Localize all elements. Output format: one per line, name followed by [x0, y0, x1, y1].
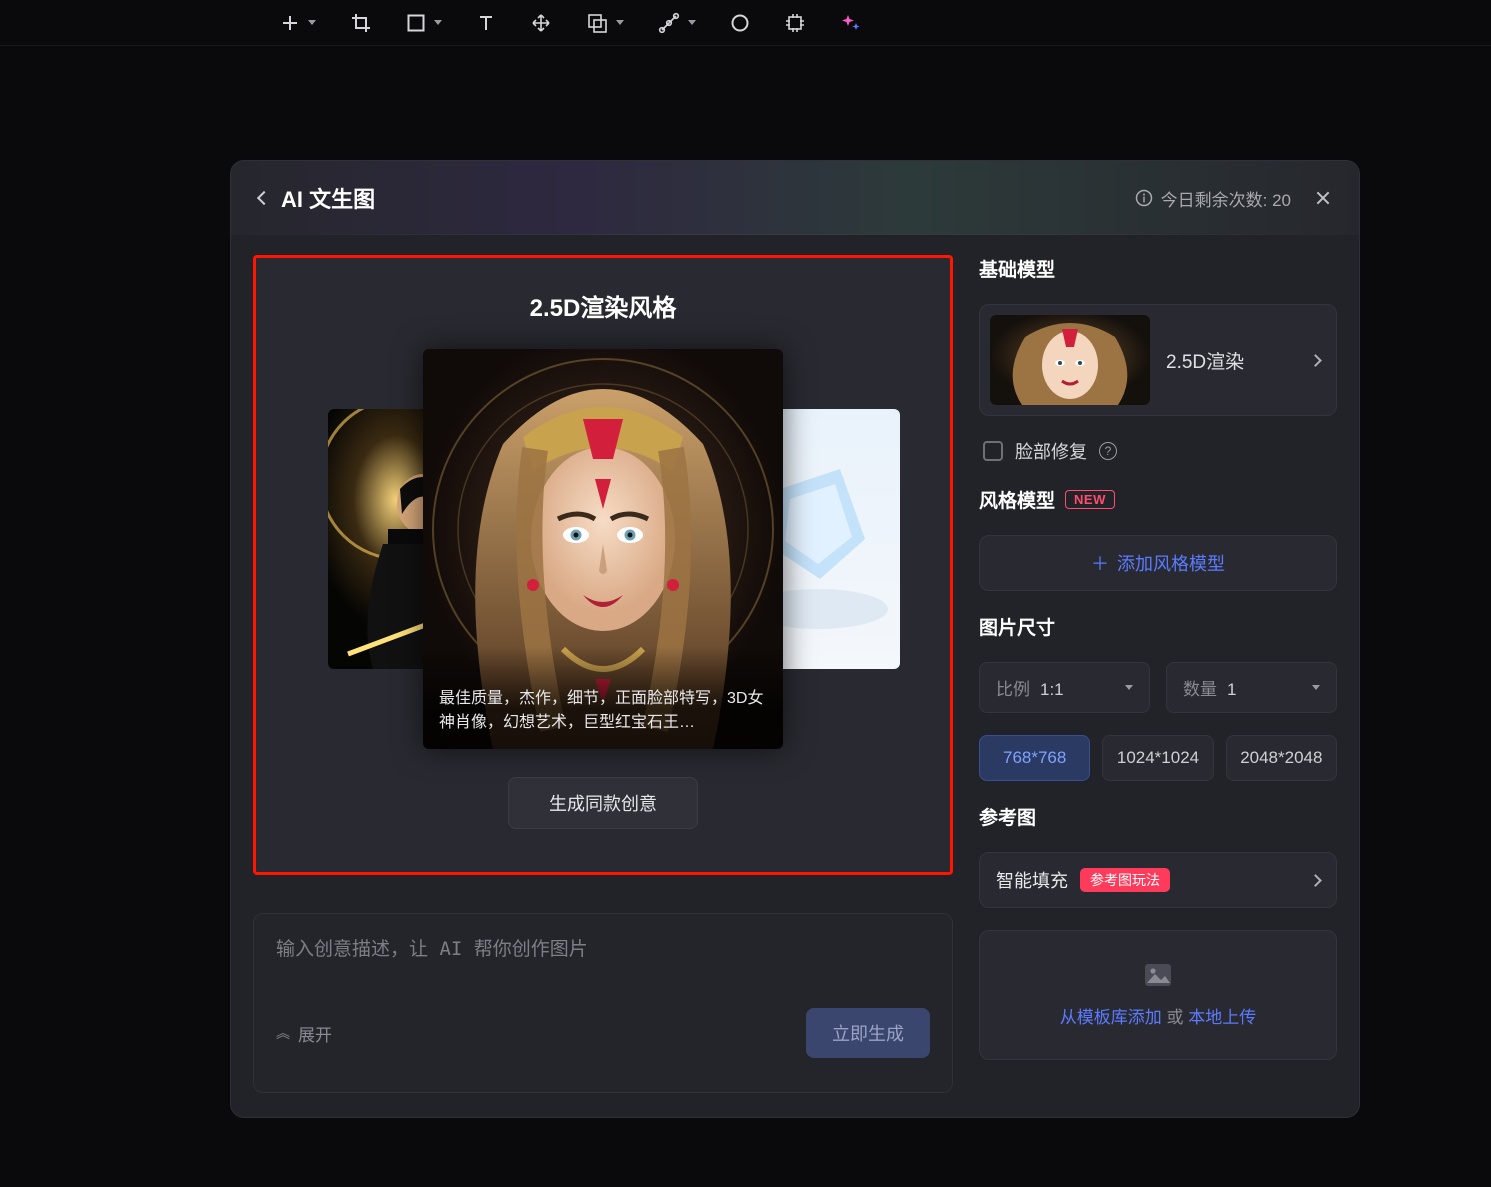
local-upload-link[interactable]: 本地上传 — [1188, 1008, 1256, 1027]
ellipse-tool[interactable] — [730, 13, 750, 33]
plus-icon — [280, 13, 300, 33]
reference-upload-box[interactable]: 从模板库添加 或 本地上传 — [979, 930, 1337, 1060]
chevron-right-icon — [1309, 874, 1322, 887]
add-tool[interactable] — [280, 13, 316, 33]
boolean-tool[interactable] — [586, 12, 624, 34]
chevron-down-icon — [308, 20, 316, 25]
style-preview-card: 2.5D渲染风格 — [253, 255, 953, 875]
image-size-title: 图片尺寸 — [979, 613, 1337, 640]
style-model-title: 风格模型 NEW — [979, 486, 1337, 513]
generate-same-button[interactable]: 生成同款创意 — [508, 777, 698, 829]
carousel-center-image[interactable]: 最佳质量，杰作，细节，正面脸部特写，3D女神肖像，幻想艺术，巨型红宝石王… — [423, 349, 783, 749]
from-templates-link[interactable]: 从模板库添加 — [1060, 1008, 1162, 1027]
slice-icon — [784, 12, 806, 34]
reference-title: 参考图 — [979, 803, 1337, 830]
ai-tool[interactable] — [840, 12, 862, 34]
union-icon — [586, 12, 608, 34]
plus-icon: ＋ — [1091, 550, 1109, 576]
top-toolbar — [0, 0, 1491, 46]
info-icon — [1135, 189, 1153, 207]
crop-tool[interactable] — [350, 12, 372, 34]
ratio-select[interactable]: 比例1:1 — [979, 662, 1150, 713]
ref-play-pill: 参考图玩法 — [1080, 868, 1170, 892]
generate-button[interactable]: 立即生成 — [806, 1008, 930, 1058]
add-style-model-button[interactable]: ＋ 添加风格模型 — [979, 535, 1337, 591]
chevron-right-icon — [1309, 354, 1322, 367]
double-chevron-up-icon: ︽ — [276, 1023, 288, 1043]
move-icon — [530, 12, 552, 34]
size-chip-768[interactable]: 768*768 — [979, 735, 1090, 781]
ai-text2image-panel: AI 文生图 今日剩余次数: 20 2.5D渲染风格 — [230, 160, 1360, 1118]
smart-fill-row[interactable]: 智能填充 参考图玩法 — [979, 852, 1337, 908]
base-model-name: 2.5D渲染 — [1166, 347, 1295, 374]
new-badge: NEW — [1065, 490, 1115, 509]
close-button[interactable] — [1315, 190, 1331, 206]
expand-button[interactable]: ︽ 展开 — [276, 1021, 332, 1046]
base-model-thumbnail — [990, 315, 1150, 405]
crop-icon — [350, 12, 372, 34]
size-chip-1024[interactable]: 1024*1024 — [1102, 735, 1213, 781]
checkbox-icon — [983, 441, 1003, 461]
vector-tool[interactable] — [658, 12, 696, 34]
ai-sparkle-icon — [840, 12, 862, 34]
upload-text: 从模板库添加 或 本地上传 — [1060, 1003, 1256, 1028]
panel-header: AI 文生图 今日剩余次数: 20 — [231, 161, 1359, 235]
back-button[interactable]: AI 文生图 — [259, 182, 375, 214]
text-icon — [476, 13, 496, 33]
face-restore-checkbox[interactable]: 脸部修复 ? — [979, 438, 1337, 464]
chevron-down-icon — [688, 20, 696, 25]
chevron-left-icon — [257, 191, 271, 205]
text-tool[interactable] — [476, 13, 496, 33]
chevron-down-icon — [1312, 685, 1320, 690]
quota-info: 今日剩余次数: 20 — [1135, 186, 1291, 211]
preview-caption: 最佳质量，杰作，细节，正面脸部特写，3D女神肖像，幻想艺术，巨型红宝石王… — [423, 647, 783, 749]
base-model-title: 基础模型 — [979, 255, 1337, 282]
shape-tool[interactable] — [406, 13, 442, 33]
preview-carousel: 最佳质量，杰作，细节，正面脸部特写，3D女神肖像，幻想艺术，巨型红宝石王… — [256, 349, 950, 749]
size-chip-2048[interactable]: 2048*2048 — [1226, 735, 1337, 781]
panel-title: AI 文生图 — [281, 182, 375, 214]
size-chips: 768*768 1024*1024 2048*2048 — [979, 735, 1337, 781]
chevron-down-icon — [1125, 685, 1133, 690]
smart-fill-label: 智能填充 — [996, 867, 1068, 893]
slice-tool[interactable] — [784, 12, 806, 34]
face-restore-label: 脸部修复 — [1015, 438, 1087, 464]
nodes-icon — [658, 12, 680, 34]
count-select[interactable]: 数量1 — [1166, 662, 1337, 713]
base-model-select[interactable]: 2.5D渲染 — [979, 304, 1337, 416]
quota-text: 今日剩余次数: 20 — [1161, 186, 1291, 211]
chevron-down-icon — [434, 20, 442, 25]
preview-title: 2.5D渲染风格 — [530, 288, 677, 323]
image-icon — [1144, 963, 1172, 987]
square-icon — [406, 13, 426, 33]
transform-tool[interactable] — [530, 12, 552, 34]
prompt-box: ︽ 展开 立即生成 — [253, 913, 953, 1093]
circle-icon — [730, 13, 750, 33]
prompt-input[interactable] — [276, 934, 930, 978]
help-icon[interactable]: ? — [1099, 442, 1117, 460]
chevron-down-icon — [616, 20, 624, 25]
